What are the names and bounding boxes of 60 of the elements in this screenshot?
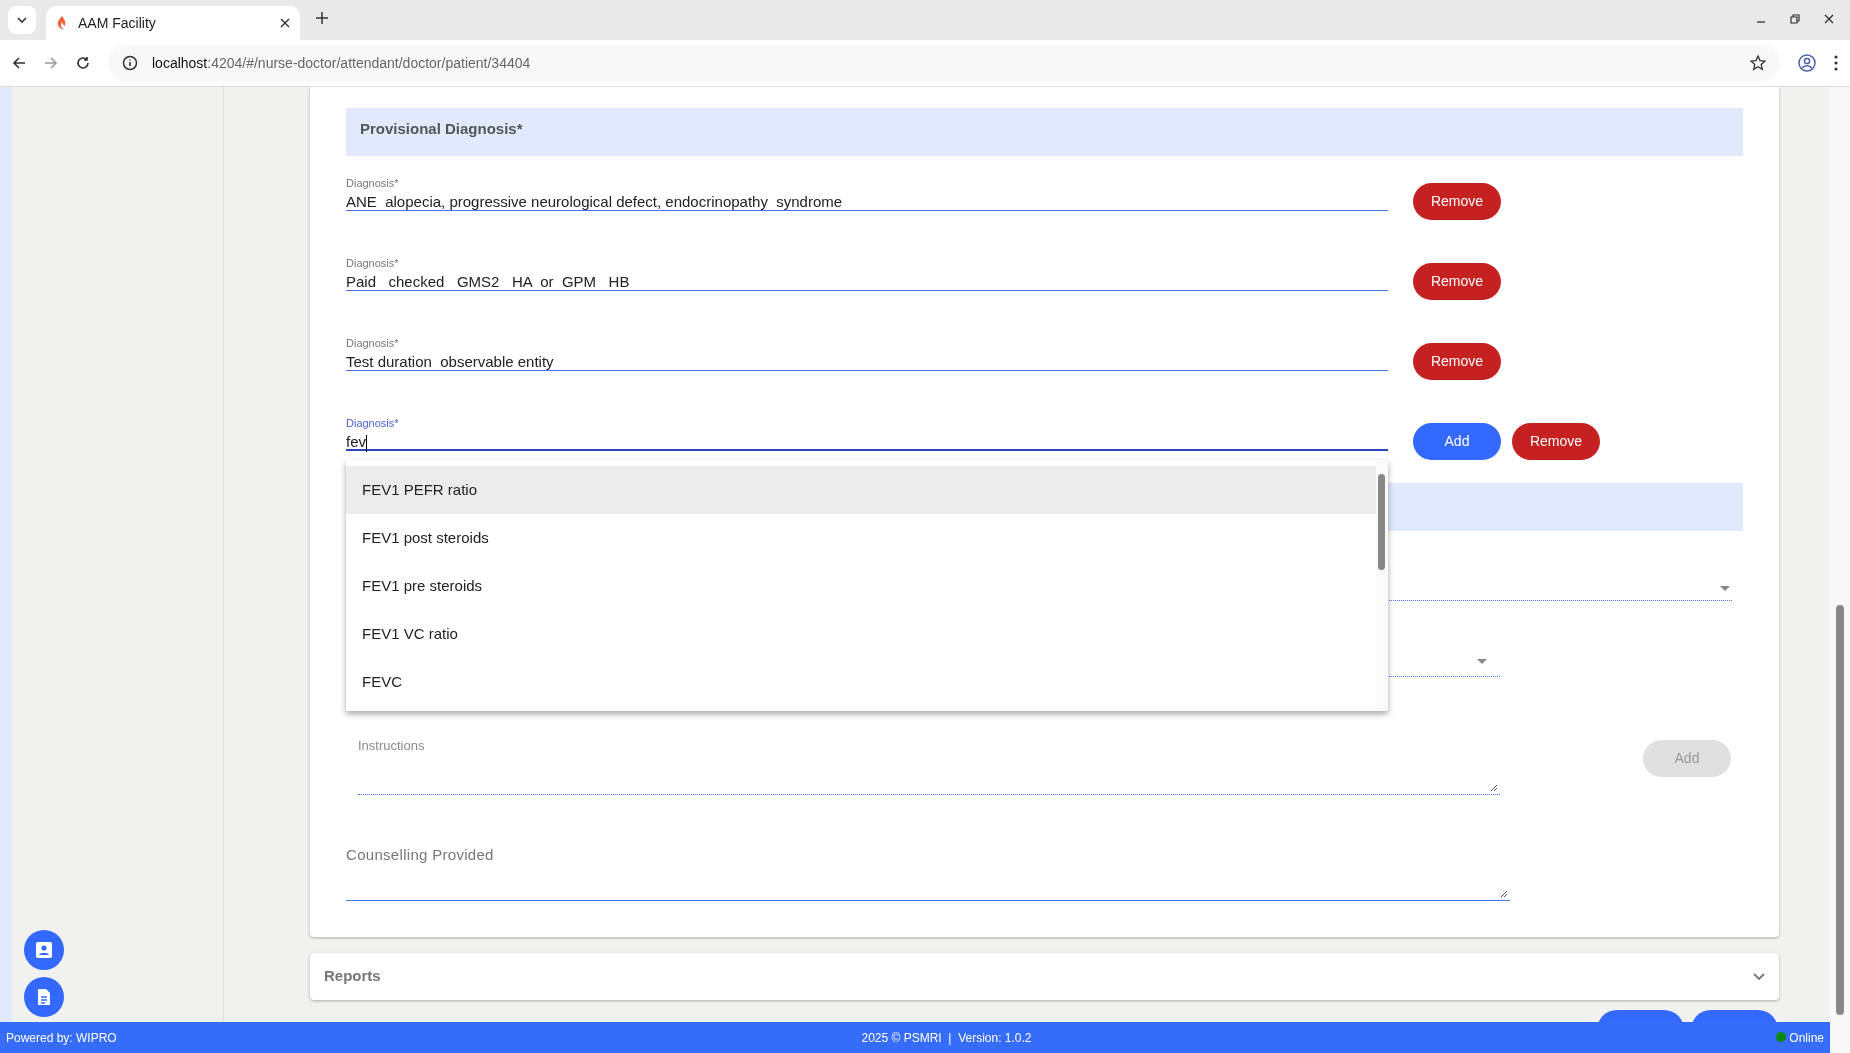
diagnosis-field[interactable]: Diagnosis* Test duration observable entity xyxy=(346,316,1388,371)
star-icon[interactable] xyxy=(1750,55,1766,71)
resize-grip-icon[interactable] xyxy=(1490,784,1498,792)
version-text: 2025 © PSMRI | Version: 1.0.2 xyxy=(861,1029,1032,1047)
field-value: fev xyxy=(346,433,366,450)
remove-button[interactable]: Remove xyxy=(1512,423,1600,460)
field-label: Diagnosis* xyxy=(346,416,400,430)
diagnosis-field[interactable]: Diagnosis* Paid checked GMS2 HA or GPM HB xyxy=(346,236,1388,291)
info-icon[interactable] xyxy=(122,55,138,71)
dropdown-option[interactable]: FEV1 PEFR ratio xyxy=(346,466,1376,514)
reports-panel[interactable]: Reports xyxy=(310,953,1779,1000)
scrollbar[interactable] xyxy=(1376,460,1388,711)
chevron-icon[interactable] xyxy=(1753,972,1765,981)
tab-title: AAM Facility xyxy=(78,13,157,33)
instructions-field[interactable]: Instructions xyxy=(358,733,1500,795)
tab-list-button[interactable] xyxy=(8,6,36,34)
scrollbar[interactable] xyxy=(1830,87,1850,1053)
dropdown-option[interactable]: FEV1 pre steroids xyxy=(346,562,1376,610)
back-arrow-icon[interactable] xyxy=(12,56,26,70)
section-title: Provisional Diagnosis* xyxy=(360,120,523,137)
status-indicator: Online xyxy=(1776,1028,1824,1047)
new-tab-icon[interactable] xyxy=(316,12,328,24)
menu-icon[interactable] xyxy=(1834,55,1838,71)
field-value: Test duration observable entity xyxy=(346,353,554,370)
caret-icon xyxy=(1720,586,1730,591)
document-button[interactable] xyxy=(24,977,64,1017)
field-placeholder: Counselling Provided xyxy=(346,846,494,863)
document-icon xyxy=(37,988,51,1006)
counselling-field[interactable]: Counselling Provided xyxy=(346,843,1510,901)
remove-button[interactable]: Remove xyxy=(1413,343,1501,380)
reload-icon[interactable] xyxy=(76,56,90,70)
field-label: Diagnosis* xyxy=(346,256,400,270)
profile-icon[interactable] xyxy=(1798,54,1816,72)
contact-card-icon xyxy=(35,941,53,959)
restore-icon[interactable] xyxy=(1790,14,1800,24)
dropdown-option[interactable]: FEVC xyxy=(346,658,1376,706)
add-button[interactable]: Add xyxy=(1413,423,1501,460)
powered-by-text: Powered by: WIPRO xyxy=(6,1029,117,1047)
field-label: Diagnosis* xyxy=(346,176,400,190)
flame-icon xyxy=(56,16,68,30)
diagnosis-field[interactable]: Diagnosis* ANE alopecia, progressive neurological defect, endocrinopathy syndrome xyxy=(346,156,1388,211)
remove-button[interactable]: Remove xyxy=(1413,183,1501,220)
close-icon[interactable] xyxy=(1824,14,1834,24)
field-value: ANE alopecia, progressive neurological defect, endocrinopathy syndrome xyxy=(346,193,843,210)
dropdown-option[interactable]: FEV1 VC ratio xyxy=(346,610,1376,658)
browser-tab[interactable]: AAM Facility xyxy=(46,6,300,40)
chevron-down-icon xyxy=(17,17,27,23)
field-placeholder: Instructions xyxy=(358,738,425,753)
contact-button[interactable] xyxy=(24,930,64,970)
remove-button[interactable]: Remove xyxy=(1413,263,1501,300)
caret-icon xyxy=(1477,659,1487,664)
diagnosis-field[interactable]: Diagnosis* fev xyxy=(346,396,1388,451)
forward-arrow-icon[interactable] xyxy=(44,56,58,70)
field-value: Paid checked GMS2 HA or GPM HB xyxy=(346,273,630,290)
panel-title: Reports xyxy=(324,966,381,987)
field-label: Diagnosis* xyxy=(346,336,400,350)
close-icon[interactable] xyxy=(280,18,290,28)
resize-grip-icon[interactable] xyxy=(1500,890,1508,898)
url-text[interactable]: localhost:4204/#/nurse-doctor/attendant/doctor/patient/34404 xyxy=(152,52,531,74)
dropdown-option[interactable]: FEV1 post steroids xyxy=(346,514,1376,562)
